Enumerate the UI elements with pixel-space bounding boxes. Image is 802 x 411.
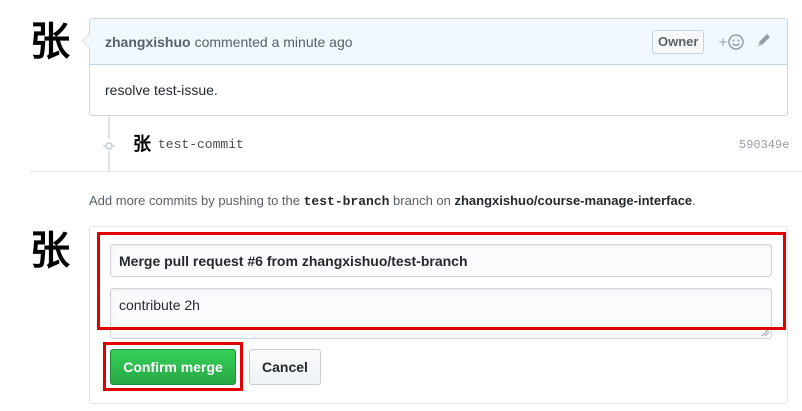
push-info-text: Add more commits by pushing to the test-… — [89, 192, 696, 211]
comment-timestamp[interactable]: commented a minute ago — [195, 34, 353, 50]
comment-body: resolve test-issue. — [105, 82, 218, 98]
comment-box: zhangxishuo commented a minute ago Owner… — [82, 18, 788, 116]
pencil-edit-icon[interactable] — [756, 32, 772, 50]
commit-icon — [103, 139, 115, 151]
resize-grip-icon[interactable] — [760, 327, 770, 337]
merge-author-avatar[interactable]: 张 — [25, 226, 75, 276]
branch-name: test-branch — [303, 194, 390, 209]
push-info-prefix: Add more commits by pushing to the — [89, 193, 304, 208]
comment-author-avatar[interactable]: 张 — [25, 17, 75, 67]
commit-author-avatar[interactable]: 张 — [131, 134, 153, 156]
commit-sha-link[interactable]: 590349e — [739, 136, 789, 154]
add-reaction-icon[interactable]: + — [718, 33, 746, 51]
merge-message-textarea[interactable]: contribute 2h — [110, 288, 772, 339]
cancel-button[interactable]: Cancel — [249, 349, 321, 385]
push-info-suffix: . — [692, 193, 696, 208]
commit-message-link[interactable]: test-commit — [158, 136, 244, 154]
svg-text:+: + — [718, 35, 728, 49]
timeline-divider — [30, 171, 802, 172]
confirm-merge-button[interactable]: Confirm merge — [110, 349, 236, 385]
repo-name: zhangxishuo/course-manage-interface — [454, 193, 693, 208]
push-info-middle: branch on — [389, 193, 455, 208]
comment-author-link[interactable]: zhangxishuo — [105, 34, 191, 50]
owner-badge: Owner — [652, 30, 705, 54]
comment-header: zhangxishuo commented a minute ago Owner… — [90, 19, 787, 65]
merge-title-input[interactable] — [110, 244, 772, 277]
